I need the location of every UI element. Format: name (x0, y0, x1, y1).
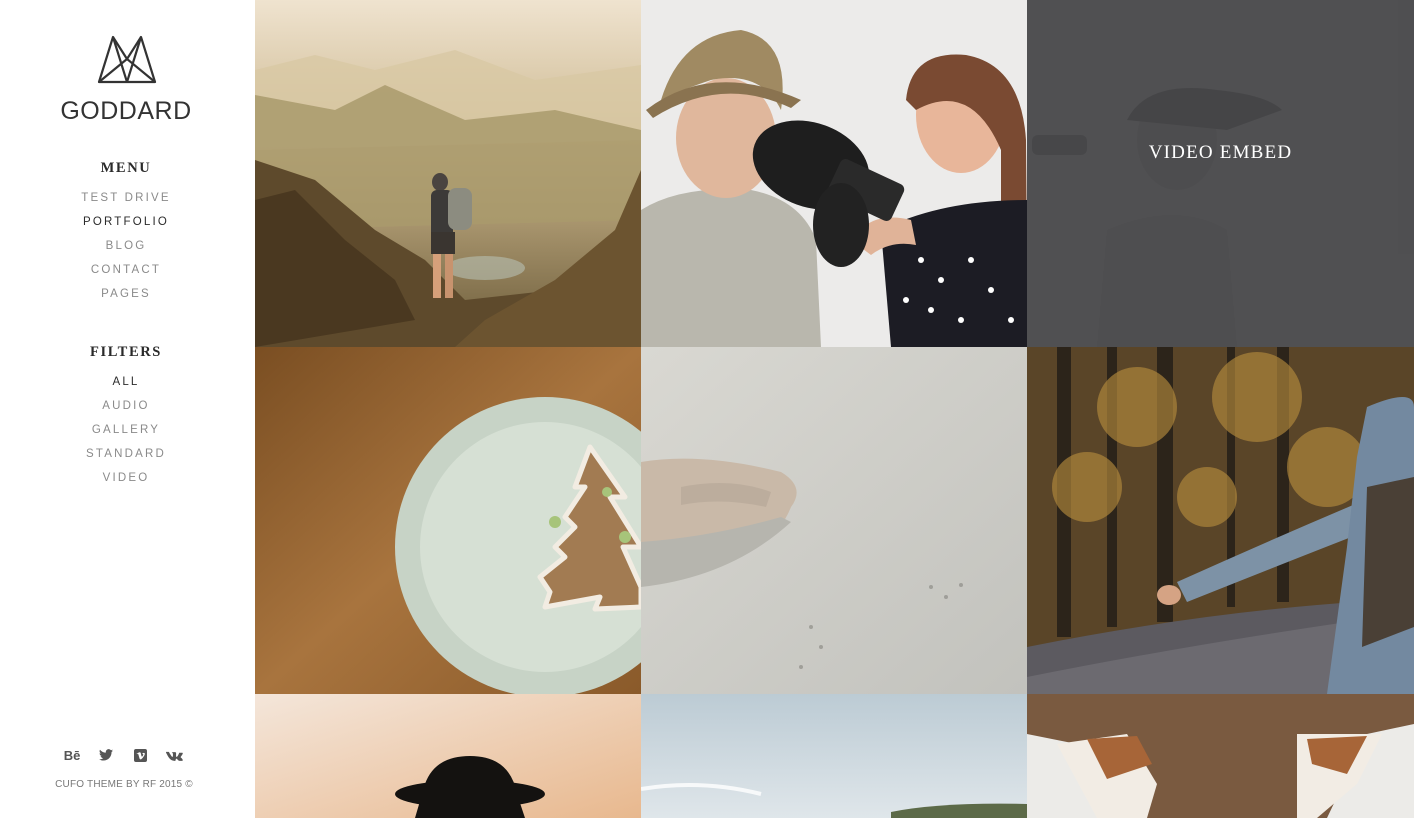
copyright: CUFO THEME BY RF 2015 © (55, 779, 193, 790)
social-links: Bē (62, 746, 184, 764)
video-embed-label: VIDEO EMBED (1148, 142, 1293, 163)
portfolio-item-boxing[interactable] (641, 0, 1027, 347)
portfolio-item-sea[interactable] (641, 694, 1027, 818)
filter-audio[interactable]: AUDIO (0, 398, 252, 422)
vk-icon[interactable] (164, 746, 184, 764)
portfolio-item-hitchhiker[interactable] (1027, 347, 1414, 694)
portfolio-item-fox[interactable] (1027, 694, 1414, 818)
gingerbread-cookie-image (255, 347, 641, 694)
sea-island-image (641, 694, 1027, 818)
menu-item-portfolio[interactable]: PORTFOLIO (0, 214, 252, 238)
filter-list: ALL AUDIO GALLERY STANDARD VIDEO (0, 374, 252, 494)
menu-item-blog[interactable]: BLOG (0, 238, 252, 262)
hiker-mountain-image (255, 0, 641, 347)
silhouette-hat-image (255, 694, 641, 818)
vimeo-icon[interactable] (130, 746, 150, 764)
filter-standard[interactable]: STANDARD (0, 446, 252, 470)
hand-in-sand-image (641, 347, 1027, 694)
fox-ears-image (1027, 694, 1414, 818)
hitchhiker-forest-image (1027, 347, 1414, 694)
menu-item-pages[interactable]: PAGES (0, 286, 252, 310)
menu-item-test-drive[interactable]: TEST DRIVE (0, 190, 252, 214)
brand-name[interactable]: GODDARD (0, 97, 252, 126)
filters-heading: FILTERS (90, 344, 162, 360)
filter-all[interactable]: ALL (0, 374, 252, 398)
portfolio-grid: VIDEO EMBED (255, 0, 1414, 818)
boxing-couple-image (641, 0, 1027, 347)
sidebar: GODDARD MENU TEST DRIVE PORTFOLIO BLOG C… (0, 0, 255, 818)
twitter-icon[interactable] (96, 746, 116, 764)
portfolio-item-video-embed[interactable]: VIDEO EMBED (1027, 0, 1414, 347)
portfolio-item-hiker[interactable] (255, 0, 641, 347)
filter-gallery[interactable]: GALLERY (0, 422, 252, 446)
portfolio-item-cookie[interactable] (255, 347, 641, 694)
filter-video[interactable]: VIDEO (0, 470, 252, 494)
menu-heading: MENU (100, 160, 152, 176)
video-overlay: VIDEO EMBED (1027, 0, 1414, 347)
mountain-triangle-logo-icon[interactable] (96, 33, 158, 85)
portfolio-item-silhouette[interactable] (255, 694, 641, 818)
portfolio-item-sand[interactable] (641, 347, 1027, 694)
behance-icon[interactable]: Bē (62, 746, 82, 764)
main-menu: TEST DRIVE PORTFOLIO BLOG CONTACT PAGES (0, 190, 252, 310)
menu-item-contact[interactable]: CONTACT (0, 262, 252, 286)
